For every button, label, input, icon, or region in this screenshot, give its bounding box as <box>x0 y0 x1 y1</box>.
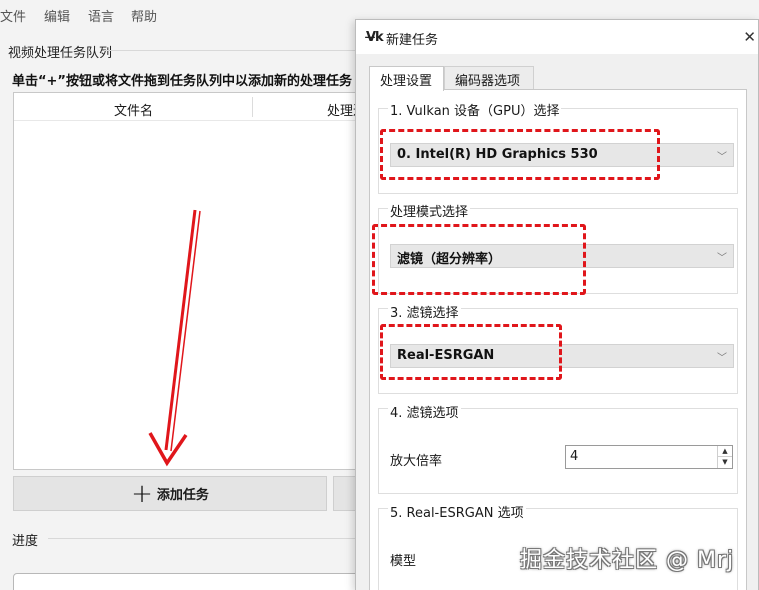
menu-edit[interactable]: 编辑 <box>44 6 70 25</box>
filter-group-title: 3. 滤镜选择 <box>388 302 461 321</box>
filter-options-group-title: 4. 滤镜选项 <box>388 402 461 421</box>
progress-group-title: 进度 <box>12 534 39 549</box>
menu-help[interactable]: 帮助 <box>131 6 157 25</box>
column-header-filename[interactable]: 文件名 <box>114 100 153 119</box>
watermark: 掘金技术社区 @ Mrj <box>520 548 735 573</box>
dialog-title: 新建任务 <box>386 33 439 48</box>
annotation-arrow <box>148 209 201 467</box>
add-task-label: 添加任务 <box>156 488 209 503</box>
mode-group-title: 处理模式选择 <box>388 201 471 220</box>
app-logo-icon: V̶k <box>366 30 384 45</box>
highlight-box-filter <box>380 324 562 380</box>
tab-encoder-options[interactable]: 编码器选项 <box>444 66 534 90</box>
menu-file[interactable]: 文件 <box>0 6 26 25</box>
progress-group-border <box>48 538 358 539</box>
dialog-titlebar[interactable]: V̶k 新建任务 ✕ <box>356 20 758 54</box>
queue-group-title: 视频处理任务队列 <box>8 46 113 61</box>
progress-bar <box>13 573 363 590</box>
menu-bar: 文件 编辑 语言 帮助 <box>0 6 360 32</box>
scale-label: 放大倍率 <box>390 454 443 469</box>
chevron-down-icon: ﹀ <box>717 353 727 364</box>
chevron-down-icon: ﹀ <box>717 253 727 264</box>
queue-group-border <box>104 50 364 51</box>
plus-icon: + <box>131 478 153 509</box>
scale-value: 4 <box>570 449 579 464</box>
queue-hint-text: 单击“+”按钮或将文件拖到任务队列中以添加新的处理任务 <box>12 74 352 89</box>
scale-spinbox[interactable]: 4 ▲ ▼ <box>565 445 733 469</box>
spin-down-icon[interactable]: ▼ <box>717 457 732 468</box>
model-label: 模型 <box>390 554 417 569</box>
table-header: 文件名 处理进度 <box>14 93 379 121</box>
add-task-button[interactable]: + 添加任务 <box>13 476 327 511</box>
spin-up-icon[interactable]: ▲ <box>717 446 732 457</box>
highlight-box-vulkan <box>380 129 660 180</box>
esrgan-group-title: 5. Real-ESRGAN 选项 <box>388 502 526 521</box>
close-icon[interactable]: ✕ <box>743 28 756 46</box>
column-divider <box>252 97 253 117</box>
highlight-box-mode <box>372 224 586 295</box>
chevron-down-icon: ﹀ <box>717 152 727 163</box>
vulkan-group-title: 1. Vulkan 设备（GPU）选择 <box>388 100 562 119</box>
tab-process-settings[interactable]: 处理设置 <box>369 66 444 91</box>
menu-language[interactable]: 语言 <box>88 6 114 25</box>
